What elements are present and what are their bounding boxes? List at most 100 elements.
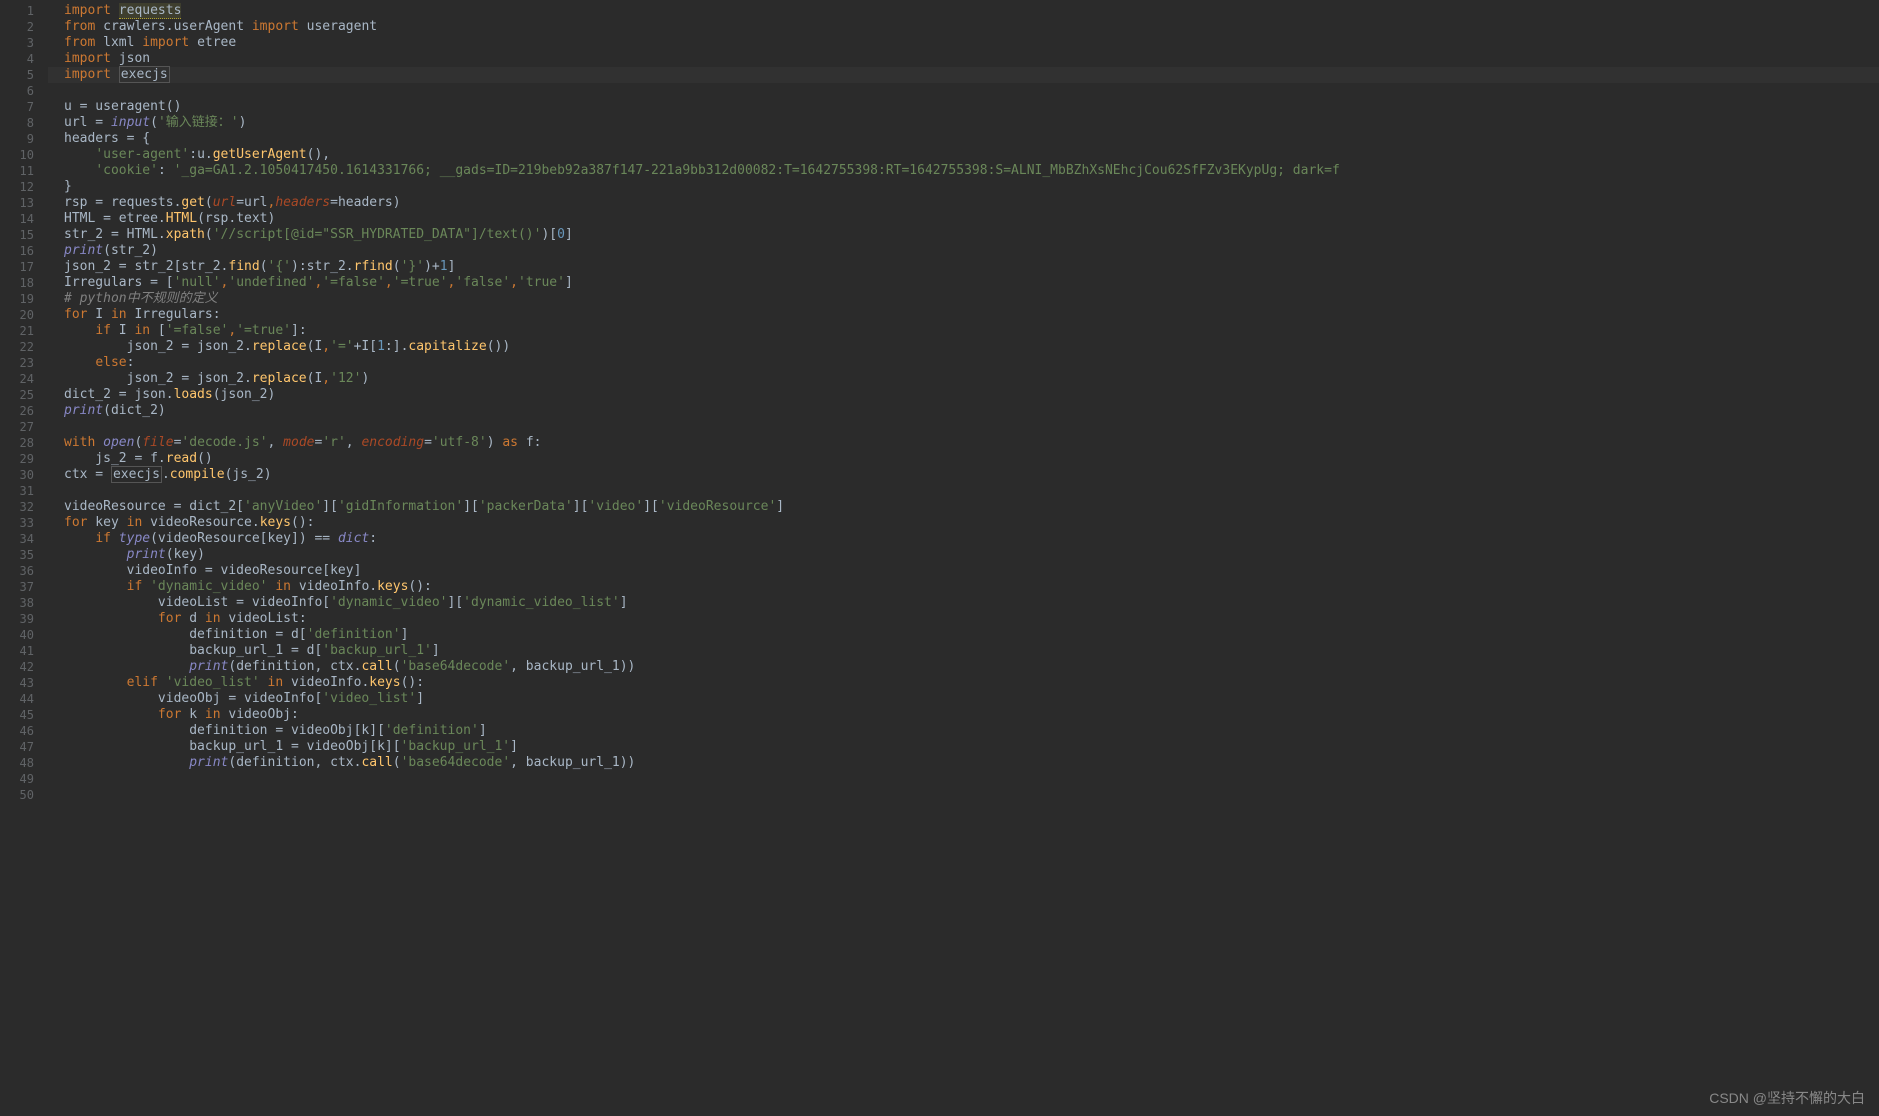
- code-line[interactable]: headers = {: [64, 131, 1879, 147]
- code-line[interactable]: import json: [64, 51, 1879, 67]
- code-line[interactable]: [64, 483, 1879, 499]
- code-line[interactable]: definition = videoObj[k]['definition']: [64, 723, 1879, 739]
- code-line[interactable]: from crawlers.userAgent import useragent: [64, 19, 1879, 35]
- token-kw: with: [64, 435, 95, 450]
- token-param: mode: [283, 435, 314, 450]
- token-str: 'decode.js': [181, 435, 267, 450]
- line-number: 5: [0, 67, 34, 83]
- token-op: :: [158, 163, 174, 178]
- code-line[interactable]: rsp = requests.get(url=url,headers=heade…: [64, 195, 1879, 211]
- token-kw: ,: [322, 339, 330, 354]
- token-op: (str_2): [103, 243, 158, 258]
- token-op: [: [150, 323, 166, 338]
- code-line[interactable]: for k in videoObj:: [64, 707, 1879, 723]
- code-line[interactable]: json_2 = json_2.replace(I,'='+I[1:].capi…: [64, 339, 1879, 355]
- code-line[interactable]: [64, 419, 1879, 435]
- token-op: js_2 = f.: [64, 451, 166, 466]
- code-line[interactable]: }: [64, 179, 1879, 195]
- token-kw: in: [205, 707, 221, 722]
- code-line[interactable]: if I in ['=false','=true']:: [64, 323, 1879, 339]
- code-line[interactable]: for d in videoList:: [64, 611, 1879, 627]
- token-kw: import: [64, 3, 111, 18]
- code-line[interactable]: print(str_2): [64, 243, 1879, 259]
- line-number: 24: [0, 371, 34, 387]
- code-line[interactable]: backup_url_1 = d['backup_url_1']: [64, 643, 1879, 659]
- code-line[interactable]: videoObj = videoInfo['video_list']: [64, 691, 1879, 707]
- code-line[interactable]: ctx = execjs.compile(js_2): [64, 467, 1879, 483]
- code-line[interactable]: [64, 771, 1879, 787]
- code-line[interactable]: [64, 787, 1879, 803]
- code-line[interactable]: import execjs: [64, 67, 1879, 83]
- code-area[interactable]: import requestsfrom crawlers.userAgent i…: [48, 0, 1879, 1116]
- code-line[interactable]: for key in videoResource.keys():: [64, 515, 1879, 531]
- token-kw: from: [64, 35, 95, 50]
- code-line[interactable]: with open(file='decode.js', mode='r', en…: [64, 435, 1879, 451]
- token-op: ]: [416, 691, 424, 706]
- token-op: (rsp.text): [197, 211, 275, 226]
- code-line[interactable]: definition = d['definition']: [64, 627, 1879, 643]
- token-op: (: [150, 115, 158, 130]
- token-op: +I[: [354, 339, 377, 354]
- token-op: ][: [573, 499, 589, 514]
- code-editor[interactable]: 1234567891011121314151617181920212223242…: [0, 0, 1879, 1116]
- token-op: HTML = etree.: [64, 211, 166, 226]
- code-line[interactable]: videoInfo = videoResource[key]: [64, 563, 1879, 579]
- code-line[interactable]: else:: [64, 355, 1879, 371]
- token-op: ]: [432, 643, 440, 658]
- token-kw: if: [95, 531, 111, 546]
- code-line[interactable]: elif 'video_list' in videoInfo.keys():: [64, 675, 1879, 691]
- line-number: 17: [0, 259, 34, 275]
- token-op: ]:: [291, 323, 307, 338]
- code-line[interactable]: print(definition, ctx.call('base64decode…: [64, 659, 1879, 675]
- code-line[interactable]: Irregulars = ['null','undefined','=false…: [64, 275, 1879, 291]
- token-op: [64, 147, 95, 162]
- token-str: '//script[@id="SSR_HYDRATED_DATA"]/text(…: [213, 227, 542, 242]
- token-kw: in: [268, 675, 284, 690]
- token-op: useragent: [299, 19, 377, 34]
- code-line[interactable]: 'cookie': '_ga=GA1.2.1050417450.16143317…: [64, 163, 1879, 179]
- token-op: [64, 355, 95, 370]
- code-line[interactable]: u = useragent(): [64, 99, 1879, 115]
- code-line[interactable]: backup_url_1 = videoObj[k]['backup_url_1…: [64, 739, 1879, 755]
- code-line[interactable]: if type(videoResource[key]) == dict:: [64, 531, 1879, 547]
- code-line[interactable]: json_2 = str_2[str_2.find('{'):str_2.rfi…: [64, 259, 1879, 275]
- line-number: 8: [0, 115, 34, 131]
- code-line[interactable]: url = input('输入链接：'): [64, 115, 1879, 131]
- token-op: [64, 755, 189, 770]
- code-line[interactable]: print(definition, ctx.call('base64decode…: [64, 755, 1879, 771]
- token-kw: ,: [510, 275, 518, 290]
- token-fn: getUserAgent: [213, 147, 307, 162]
- token-kw: in: [205, 611, 221, 626]
- code-line[interactable]: for I in Irregulars:: [64, 307, 1879, 323]
- code-line[interactable]: dict_2 = json.loads(json_2): [64, 387, 1879, 403]
- token-param: headers: [275, 195, 330, 210]
- code-line[interactable]: from lxml import etree: [64, 35, 1879, 51]
- line-number: 46: [0, 723, 34, 739]
- code-line[interactable]: videoResource = dict_2['anyVideo']['gidI…: [64, 499, 1879, 515]
- token-str: 'definition': [385, 723, 479, 738]
- token-op: , backup_url_1)): [510, 659, 635, 674]
- token-op: Irregulars:: [127, 307, 221, 322]
- code-line[interactable]: videoList = videoInfo['dynamic_video']['…: [64, 595, 1879, 611]
- code-line[interactable]: if 'dynamic_video' in videoInfo.keys():: [64, 579, 1879, 595]
- code-line[interactable]: str_2 = HTML.xpath('//script[@id="SSR_HY…: [64, 227, 1879, 243]
- token-num: 1: [440, 259, 448, 274]
- code-line[interactable]: print(dict_2): [64, 403, 1879, 419]
- code-line[interactable]: 'user-agent':u.getUserAgent(),: [64, 147, 1879, 163]
- token-op: I: [87, 307, 110, 322]
- token-kw: import: [252, 19, 299, 34]
- token-builtin: open: [103, 435, 134, 450]
- token-builtin: print: [189, 755, 228, 770]
- token-str: 'backup_url_1': [322, 643, 432, 658]
- code-line[interactable]: HTML = etree.HTML(rsp.text): [64, 211, 1879, 227]
- code-line[interactable]: js_2 = f.read(): [64, 451, 1879, 467]
- code-line[interactable]: [64, 83, 1879, 99]
- token-fn: compile: [170, 467, 225, 482]
- code-line[interactable]: import requests: [64, 3, 1879, 19]
- code-line[interactable]: print(key): [64, 547, 1879, 563]
- code-line[interactable]: # python中不规则的定义: [64, 291, 1879, 307]
- token-op: ): [239, 115, 247, 130]
- token-op: [64, 323, 95, 338]
- code-line[interactable]: json_2 = json_2.replace(I,'12'): [64, 371, 1879, 387]
- token-kw: if: [127, 579, 143, 594]
